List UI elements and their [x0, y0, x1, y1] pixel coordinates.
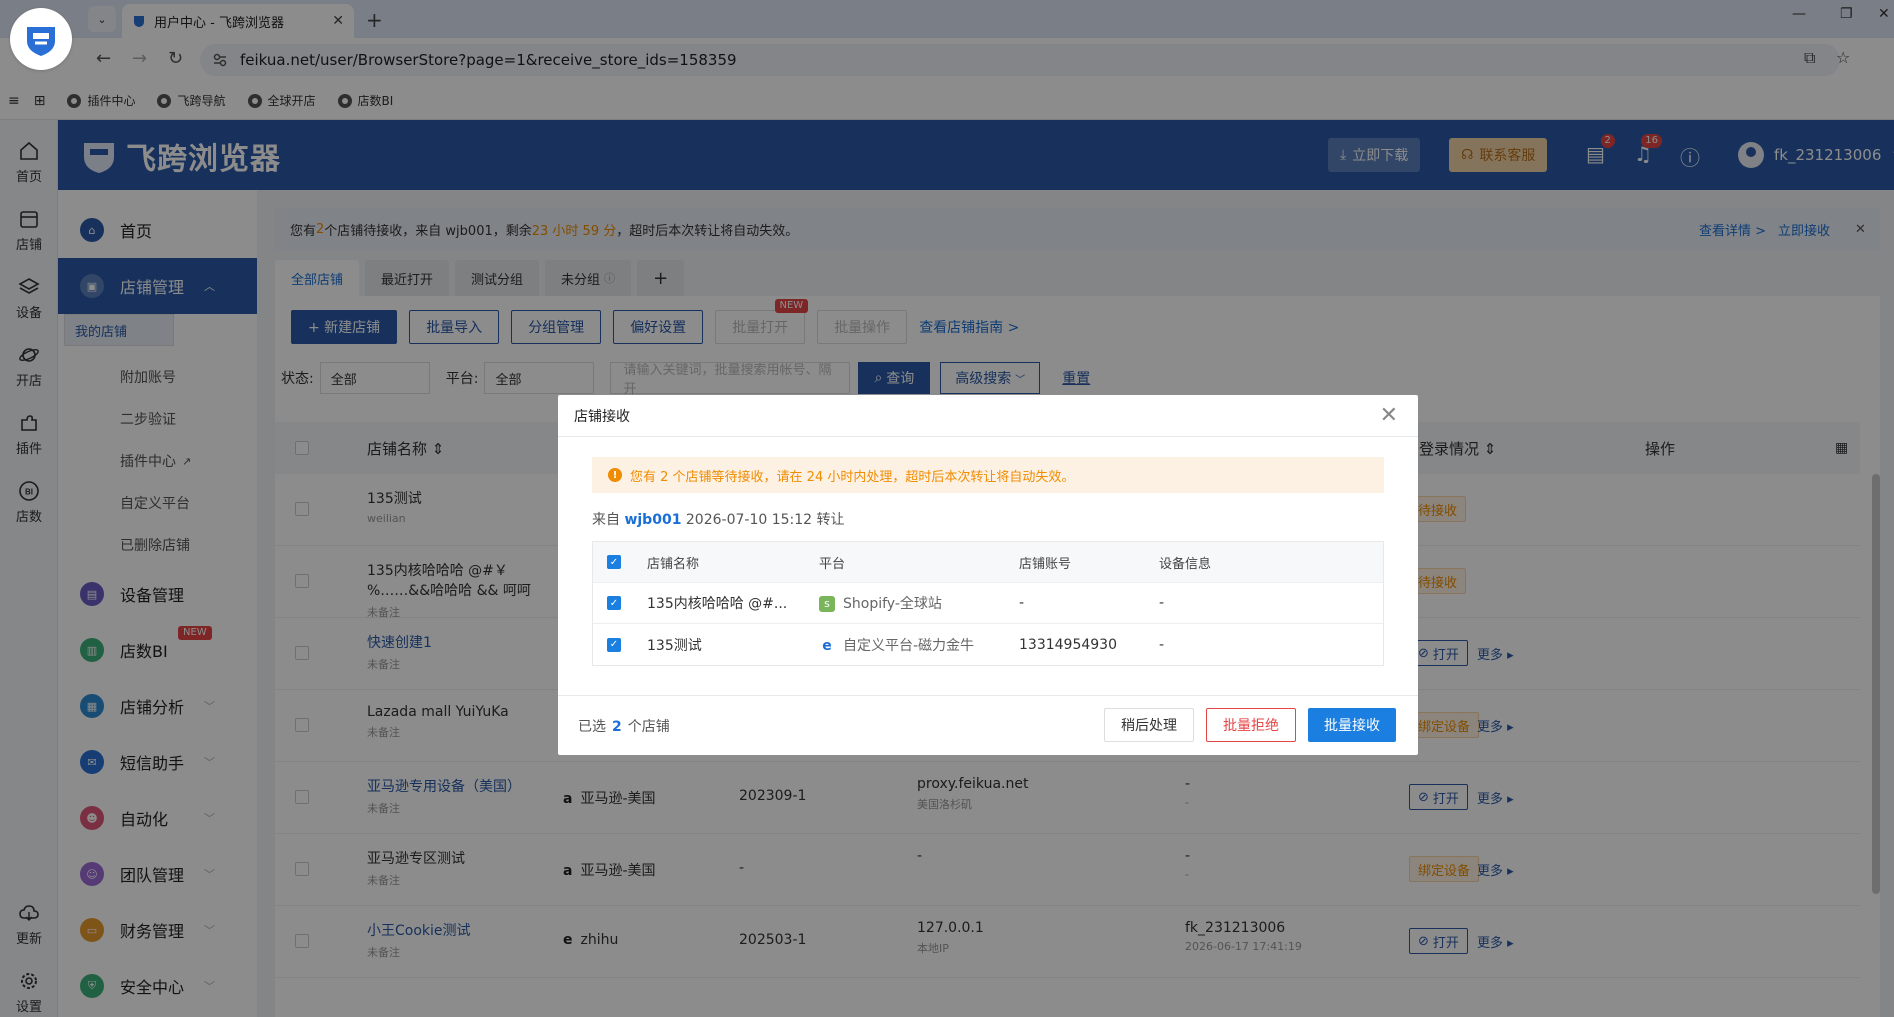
row-checkbox[interactable]: ✓ — [607, 596, 621, 610]
selected-count: 已选 2 个店铺 — [578, 719, 670, 735]
dialog-footer: 已选 2 个店铺 稍后处理 批量拒绝 批量接收 — [558, 695, 1418, 755]
row-checkbox[interactable]: ✓ — [607, 637, 621, 652]
warning-icon: ! — [608, 468, 622, 482]
transfer-table: ✓ 店铺名称 平台 店铺账号 设备信息 ✓ 135内核哈哈哈 @#... s Sh… — [592, 541, 1384, 666]
transfer-row: ✓ 135测试 e 自定义平台-磁力金牛 13314954930 - — [593, 624, 1383, 665]
select-all-checkbox[interactable]: ✓ — [607, 555, 621, 569]
batch-accept-button[interactable]: 批量接收 — [1308, 708, 1396, 742]
dialog-header: 店铺接收 ✕ — [558, 395, 1418, 437]
from-user: wjb001 — [624, 512, 682, 528]
app-logo — [10, 8, 72, 70]
batch-reject-button[interactable]: 批量拒绝 — [1206, 708, 1296, 742]
shopify-icon: s — [819, 596, 835, 612]
later-button[interactable]: 稍后处理 — [1104, 708, 1194, 742]
warning-banner: ! 您有 2 个店铺等待接收，请在 24 小时内处理，超时后本次转让将自动失效。 — [592, 457, 1384, 493]
dialog-title: 店铺接收 — [574, 408, 630, 425]
custom-platform-icon: e — [819, 637, 835, 654]
store-receive-dialog: 店铺接收 ✕ ! 您有 2 个店铺等待接收，请在 24 小时内处理，超时后本次转… — [558, 395, 1418, 755]
transfer-row: ✓ 135内核哈哈哈 @#... s Shopify-全球站 - - — [593, 583, 1383, 624]
transfer-source: 来自 wjb001 2026-07-10 15:12 转让 — [592, 512, 845, 528]
close-icon[interactable]: ✕ — [1380, 403, 1398, 428]
transfer-table-header: ✓ 店铺名称 平台 店铺账号 设备信息 — [593, 542, 1383, 583]
